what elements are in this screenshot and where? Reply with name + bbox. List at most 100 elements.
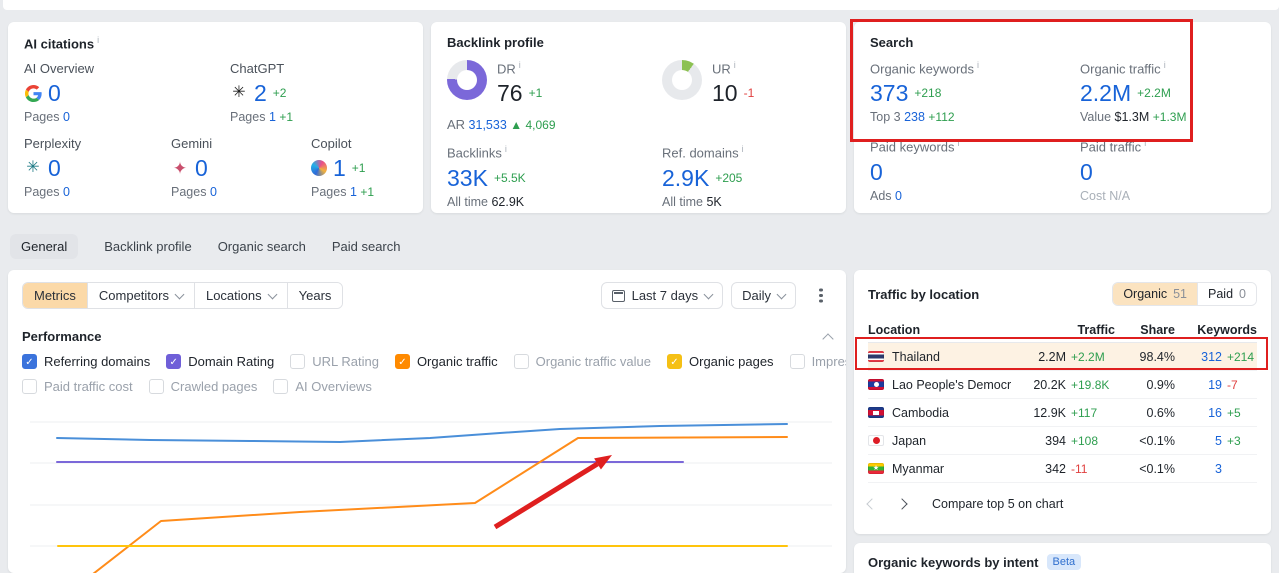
ai-citations-count: 0	[195, 155, 208, 182]
performance-card: Metrics Competitors Locations Years Last…	[8, 270, 846, 573]
prev-page-icon[interactable]	[866, 498, 878, 510]
copilot-icon	[311, 160, 327, 177]
metric-checkbox-impressions[interactable]: Impressions	[789, 354, 846, 369]
tab-paid-search[interactable]: Paid search	[332, 239, 401, 254]
pages-label: Pages	[24, 185, 60, 200]
share-value: 0.6%	[1146, 405, 1176, 420]
metric-checkbox-organic-traffic[interactable]: ✓ Organic traffic	[394, 354, 498, 369]
metrics-segment[interactable]: Metrics	[23, 283, 87, 308]
organic-toggle[interactable]: Organic 51	[1113, 283, 1198, 305]
backlinks-value[interactable]: 33K	[447, 164, 488, 192]
ref-domains-value[interactable]: 2.9K	[662, 164, 709, 192]
ar-value[interactable]: 31,533	[469, 118, 507, 132]
pages-value[interactable]: 0	[210, 185, 217, 199]
traffic-value: 342	[1045, 461, 1066, 476]
metric-checkbox-referring-domains[interactable]: ✓ Referring domains	[22, 354, 150, 369]
search-card: Search Organic keywords 373 +218 Top 3 23…	[854, 22, 1271, 213]
pages-value[interactable]: 1	[269, 110, 276, 124]
backlinks-block: Backlinks 33K +5.5K All time 62.9K	[447, 144, 662, 210]
ai-source-label: Perplexity	[24, 136, 82, 152]
japan-flag-icon	[868, 435, 884, 446]
more-options-button[interactable]	[810, 283, 832, 309]
paid-traffic-value[interactable]: 0	[1080, 158, 1093, 186]
location-name: Thailand	[892, 349, 940, 364]
competitors-segment[interactable]: Competitors	[86, 283, 194, 308]
table-row-japan[interactable]: Japan 394 +108 <0.1% 5 +3	[868, 427, 1257, 455]
metric-checkbox-organic-pages[interactable]: ✓ Organic pages	[667, 354, 774, 369]
traffic-value: 20.2K	[1033, 377, 1066, 392]
alltime-value: 62.9K	[491, 194, 525, 209]
performance-title: Performance	[22, 329, 102, 344]
pages-value[interactable]: 0	[63, 110, 70, 124]
keywords-value[interactable]: 5	[1183, 434, 1222, 448]
share-value: <0.1%	[1139, 433, 1175, 448]
keywords-value[interactable]: 19	[1183, 378, 1222, 392]
top3-value[interactable]: 238	[904, 110, 925, 124]
table-row-laos[interactable]: Lao People's Democratic Reput 20.2K +19.8…	[868, 371, 1257, 399]
organic-keywords-block: Organic keywords 373 +218 Top 3 238 +112	[870, 60, 1080, 126]
traffic-by-location-title: Traffic by location	[868, 286, 980, 302]
column-share[interactable]: Share	[1123, 323, 1175, 337]
paid-toggle[interactable]: Paid 0	[1197, 283, 1256, 305]
table-row-thailand[interactable]: Thailand 2.2M +2.2M 98.4% 312 +214	[868, 343, 1257, 371]
years-segment[interactable]: Years	[286, 283, 343, 308]
dr-block: DR 76 +1 AR 31,533 ▲ 4,069	[447, 60, 662, 132]
keywords-by-intent-card: Organic keywords by intent Beta	[854, 543, 1271, 573]
column-location[interactable]: Location	[868, 323, 1011, 337]
value-delta: +1.3M	[1152, 110, 1187, 125]
alltime-label: All time	[447, 194, 488, 209]
tab-general[interactable]: General	[10, 233, 79, 259]
pages-value[interactable]: 1	[350, 185, 357, 199]
organic-keywords-delta: +218	[914, 86, 942, 101]
locations-segment[interactable]: Locations	[193, 283, 287, 308]
ads-value[interactable]: 0	[895, 189, 902, 203]
metric-label: Referring domains	[44, 354, 151, 369]
column-keywords[interactable]: Keywords	[1183, 323, 1257, 337]
column-traffic[interactable]: Traffic	[1019, 323, 1115, 337]
ai-source-label: Copilot	[311, 136, 352, 152]
tab-organic-search[interactable]: Organic search	[218, 239, 306, 254]
collapse-chevron-icon[interactable]	[822, 332, 834, 345]
pages-value[interactable]: 0	[63, 185, 70, 199]
organic-traffic-delta: +2.2M	[1137, 86, 1171, 101]
table-row-myanmar[interactable]: Myanmar 342 -11 <0.1% 3	[868, 455, 1257, 483]
granularity-button[interactable]: Daily	[731, 282, 796, 309]
traffic-delta: +19.8K	[1071, 377, 1110, 392]
ur-block: UR 10 -1	[662, 60, 830, 132]
table-row-cambodia[interactable]: Cambodia 12.9K +117 0.6% 16 +5	[868, 399, 1257, 427]
checkbox-icon	[290, 354, 306, 369]
pages-delta: +1	[360, 185, 375, 200]
metric-checkbox-url-rating[interactable]: URL Rating	[290, 354, 379, 369]
metric-label: Domain Rating	[188, 354, 275, 369]
traffic-delta: +117	[1071, 405, 1098, 420]
dr-donut-chart	[447, 60, 487, 100]
traffic-value: 2.2M	[1038, 349, 1066, 364]
share-value: 0.9%	[1146, 377, 1176, 392]
metric-label: URL Rating	[312, 354, 379, 369]
next-page-icon[interactable]	[896, 498, 908, 510]
granularity-label: Daily	[742, 288, 771, 303]
performance-chart	[30, 421, 832, 573]
ai-citations-card: AI citations AI Overview 0 Pages 0 ChatG…	[8, 22, 423, 213]
paid-keywords-value[interactable]: 0	[870, 158, 883, 186]
ai-citations-row-2: Perplexity ✳ 0 Pages 0 Gemini ✦ 0 Pages …	[24, 136, 407, 201]
organic-keywords-value[interactable]: 373	[870, 79, 908, 107]
location-name: Japan	[892, 433, 927, 448]
compare-top5-link[interactable]: Compare top 5 on chart	[932, 497, 1063, 511]
keywords-value[interactable]: 16	[1183, 406, 1222, 420]
organic-traffic-value[interactable]: 2.2M	[1080, 79, 1131, 107]
metric-checkbox-organic-traffic-value[interactable]: Organic traffic value	[513, 354, 651, 369]
ai-citation-copilot: Copilot 1 +1 Pages 1 +1	[311, 136, 374, 201]
tab-backlink-profile[interactable]: Backlink profile	[104, 239, 191, 254]
ai-citation-perplexity: Perplexity ✳ 0 Pages 0	[24, 136, 171, 201]
organic-label: Organic	[1123, 287, 1168, 301]
pages-label: Pages	[311, 185, 347, 200]
dr-label: DR	[497, 60, 542, 76]
ai-citations-title: AI citations	[24, 35, 407, 51]
keywords-value[interactable]: 312	[1183, 350, 1222, 364]
date-range-button[interactable]: Last 7 days	[600, 282, 724, 309]
metric-checkbox-domain-rating[interactable]: ✓ Domain Rating	[166, 354, 274, 369]
top3-delta: +112	[928, 110, 955, 125]
paid-keywords-block: Paid keywords 0 Ads 0	[870, 138, 1080, 204]
keywords-value[interactable]: 3	[1183, 462, 1222, 476]
